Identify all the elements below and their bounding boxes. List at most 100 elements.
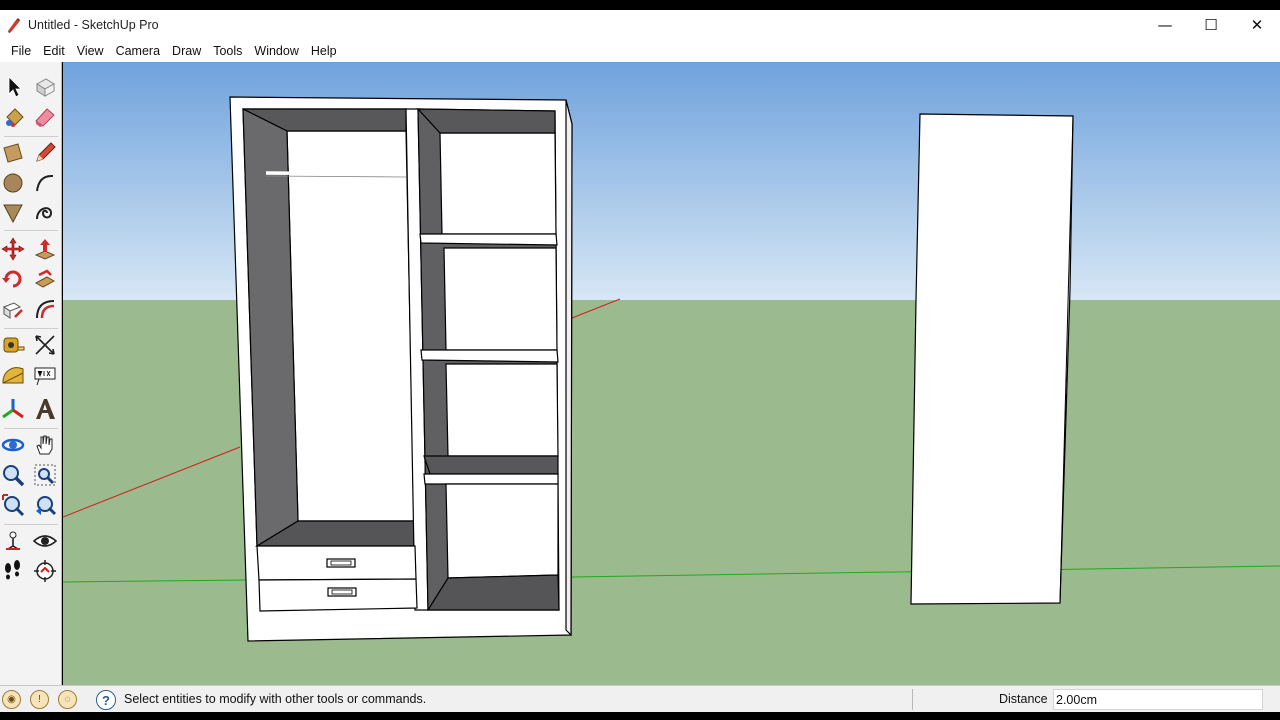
orbit-icon: [1, 438, 25, 452]
menu-edit[interactable]: Edit: [37, 40, 71, 62]
sketchup-logo-icon: [8, 18, 20, 33]
rotate-tool-button[interactable]: [0, 266, 26, 292]
shelf-cell-4: [445, 483, 559, 579]
wardrobe-right-side: [565, 99, 573, 637]
minimize-button[interactable]: —: [1142, 10, 1188, 40]
screen-border: [0, 712, 1280, 720]
walk-tool-button[interactable]: [0, 558, 26, 584]
measurements-input[interactable]: [1053, 689, 1263, 710]
door-panel-model: [910, 113, 1074, 605]
component-icon: [36, 78, 55, 97]
tape-measure-icon: [3, 337, 25, 353]
text-tool-button[interactable]: [32, 362, 58, 388]
position-camera-button[interactable]: [0, 528, 26, 554]
large-tool-set: [0, 62, 62, 685]
left-compartment-opening: [286, 130, 415, 522]
menu-bar: File Edit View Camera Draw Tools Window …: [0, 40, 1280, 62]
close-button[interactable]: ✕: [1234, 10, 1280, 40]
orbit-tool-button[interactable]: [0, 432, 26, 458]
shelf-cell-3: [445, 363, 559, 457]
menu-window[interactable]: Window: [248, 40, 304, 62]
paint-bucket-icon: [6, 108, 24, 127]
shelf-3: [423, 473, 559, 485]
eraser-icon: [35, 108, 55, 127]
freehand-icon: [36, 207, 53, 220]
section-plane-icon: [34, 560, 56, 582]
offset-icon: [36, 300, 55, 319]
hand-pan-icon: [36, 435, 53, 455]
measurement-label: Distance: [999, 692, 1048, 706]
freehand-tool-button[interactable]: [32, 200, 58, 226]
circle-icon: [3, 173, 23, 193]
dimensions-tool-button[interactable]: [32, 332, 58, 358]
arc-icon: [36, 174, 54, 192]
zoom-window-icon: [34, 464, 56, 486]
menu-camera[interactable]: Camera: [110, 40, 166, 62]
status-message: Select entities to modify with other too…: [124, 692, 427, 706]
hanging-rod: [265, 171, 407, 176]
wardrobe-model: [229, 96, 573, 642]
zoom-extents-button[interactable]: [0, 492, 26, 518]
shelf-cell-2: [443, 247, 558, 351]
3d-text-tool-button[interactable]: [32, 396, 58, 422]
polygon-tool-button[interactable]: [0, 200, 26, 226]
paint-bucket-button[interactable]: [2, 104, 28, 130]
move-tool-button[interactable]: [0, 236, 26, 262]
title-bar: Untitled - SketchUp Pro — ☐ ✕: [0, 10, 1280, 40]
shelf-1: [419, 233, 558, 246]
maximize-button[interactable]: ☐: [1188, 10, 1234, 40]
dimensions-icon: [35, 335, 55, 355]
position-camera-icon: [6, 531, 20, 550]
arc-tool-button[interactable]: [32, 170, 58, 196]
close-icon: ✕: [1250, 16, 1264, 34]
rotate-icon: [2, 270, 22, 288]
section-plane-button[interactable]: [32, 558, 58, 584]
scale-icon: [2, 302, 23, 319]
circle-tool-button[interactable]: [0, 170, 26, 196]
make-component-button[interactable]: [32, 74, 58, 100]
select-tool-button[interactable]: [2, 74, 28, 100]
offset-tool-button[interactable]: [32, 296, 58, 322]
minimize-icon: —: [1157, 16, 1173, 34]
shelf-cell-1: [439, 132, 557, 235]
axes-tool-button[interactable]: [0, 396, 26, 422]
look-around-button[interactable]: [32, 528, 58, 554]
polygon-icon: [3, 204, 23, 224]
menu-file[interactable]: File: [5, 40, 37, 62]
geo-location-icon[interactable]: ◉: [2, 690, 21, 709]
footprints-icon: [5, 560, 20, 580]
menu-view[interactable]: View: [71, 40, 110, 62]
push-pull-tool-button[interactable]: [32, 236, 58, 262]
pencil-icon: [36, 142, 56, 162]
window-title: Untitled - SketchUp Pro: [28, 18, 159, 32]
modeling-viewport[interactable]: [63, 62, 1280, 685]
credits-icon[interactable]: !: [30, 690, 49, 709]
axes-icon: [2, 399, 24, 419]
pan-tool-button[interactable]: [32, 432, 58, 458]
menu-tools[interactable]: Tools: [207, 40, 248, 62]
protractor-icon: [2, 367, 24, 384]
line-tool-button[interactable]: [32, 140, 58, 166]
push-pull-icon: [34, 239, 56, 260]
status-divider: [912, 689, 913, 710]
select-arrow-icon: [8, 76, 22, 98]
eye-icon: [33, 535, 57, 547]
move-icon: [1, 237, 25, 261]
tape-measure-button[interactable]: [0, 332, 26, 358]
rectangle-icon: [3, 143, 23, 163]
previous-view-button[interactable]: [32, 492, 58, 518]
protractor-tool-button[interactable]: [0, 362, 26, 388]
eraser-button[interactable]: [32, 104, 58, 130]
instructor-help-icon[interactable]: ?: [96, 690, 116, 710]
zoom-window-button[interactable]: [32, 462, 58, 488]
zoom-tool-button[interactable]: [0, 462, 26, 488]
rectangle-tool-button[interactable]: [0, 140, 26, 166]
follow-me-icon: [34, 269, 56, 288]
scene-canvas[interactable]: [63, 62, 1280, 685]
menu-draw[interactable]: Draw: [166, 40, 207, 62]
follow-me-tool-button[interactable]: [32, 266, 58, 292]
user-account-icon[interactable]: ◌: [58, 690, 77, 709]
menu-help[interactable]: Help: [305, 40, 343, 62]
status-bar: ◉ ! ◌ ? Select entities to modify with o…: [0, 685, 1280, 712]
scale-tool-button[interactable]: [0, 296, 26, 322]
